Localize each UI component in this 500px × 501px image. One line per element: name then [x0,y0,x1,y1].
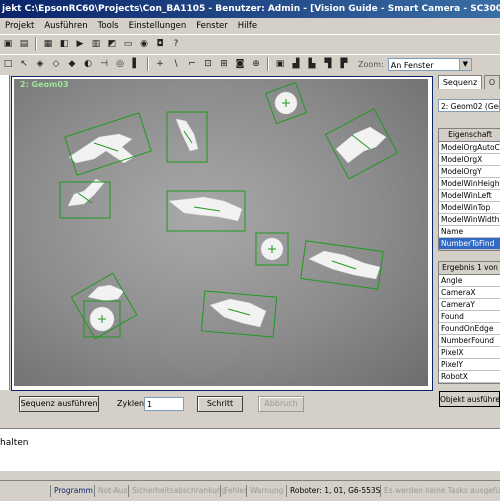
abort-button: Abbruch [258,396,304,412]
print-icon[interactable]: ▤ [17,37,31,51]
save-icon[interactable]: ▣ [1,37,15,51]
output-window[interactable]: halten [0,428,500,471]
ocr-object-icon[interactable]: ⊡ [201,57,215,71]
menu-einstellungen[interactable]: Einstellungen [124,21,192,31]
calibration-icon[interactable]: ⊞ [217,57,231,71]
image-icon[interactable]: ▣ [273,57,287,71]
edge-object-icon[interactable]: ⊣ [97,57,111,71]
monitor-icon[interactable]: ▭ [121,37,135,51]
property-row[interactable]: Name [439,226,500,238]
run-icon[interactable]: ▶ [73,37,87,51]
polar-object-icon[interactable]: ◐ [81,57,95,71]
window-title: jekt C:\EpsonRC60\Projects\Con_BA1105 - … [0,0,500,18]
part-shape [209,298,267,328]
result-row[interactable]: Found [439,311,500,323]
part-shape [68,133,135,164]
histogram-icon[interactable]: ▟ [289,57,303,71]
result-row[interactable]: PixelY [439,359,500,371]
robot-icon[interactable]: ◩ [105,37,119,51]
status-not-aus: Not-Aus [94,485,130,497]
io-icon[interactable]: ▥ [89,37,103,51]
menu-hilfe[interactable]: Hilfe [233,21,262,31]
property-row[interactable]: ModelWinWidth [439,214,500,226]
main-toolbar: ▣ ▤ ▦ ◧ ▶ ▥ ◩ ▭ ◉ ◘ ? [0,34,500,53]
result-row[interactable]: CameraY [439,299,500,311]
menu-tools[interactable]: Tools [93,21,124,31]
result-row[interactable]: RobotX [439,371,500,383]
status-robot: Roboter: 1, 01, G6-553S [286,485,383,497]
graphics-icon[interactable]: ▜ [321,57,335,71]
camera-icon[interactable]: ◘ [153,37,167,51]
barcode-icon[interactable]: ▌ [129,57,143,71]
run-sequence-button[interactable]: Sequenz ausführen [19,396,99,412]
vision-icon[interactable]: ◉ [137,37,151,51]
cycles-label: Zyklen: [117,399,147,408]
vision-toolbar: □ ↖ ◈ ◇ ◆ ◐ ⊣ ◎ ▌ + \ ⌐ ⊡ ⊞ ◙ ⊕ ▣ ▟ ▙ ▜ … [0,54,500,83]
cycles-input[interactable]: 1 [144,397,184,411]
results-grid: Ergebnis 1 von Angle CameraX CameraY Fou… [438,261,500,384]
camera-title: 2: Geom03 [20,80,69,89]
blob-object-icon[interactable]: ◆ [65,57,79,71]
object-select[interactable]: 2: Geom02 (Geom [438,99,500,112]
property-row[interactable]: ModelWinHeight [439,178,500,190]
line-object-icon[interactable]: \ [169,57,183,71]
property-row[interactable]: ModelWinTop [439,202,500,214]
tab-objekt[interactable]: O [484,75,500,89]
zoom-label: Zoom: [358,59,384,69]
build-icon[interactable]: ◧ [57,37,71,51]
run-object-button[interactable]: Objekt ausführen [439,391,500,407]
part-shape [87,284,125,302]
status-safeguard: Sicherheitsabschrankung [128,485,230,497]
snapshot-icon[interactable]: ◙ [233,57,247,71]
help-icon[interactable]: ? [169,37,183,51]
teach-icon[interactable]: ⊕ [249,57,263,71]
camera-view[interactable]: 2: Geom03 [14,79,428,386]
output-text: halten [0,438,29,448]
properties-grid: Eigenschaft ModelOrgAutoCen ModelOrgX Mo… [438,128,500,251]
left-pane [0,75,10,390]
result-row[interactable]: PixelX [439,347,500,359]
right-panel: Sequenz O 2: Geom02 (Geom Eigenschaft Mo… [436,75,500,415]
status-bar: Programm Not-Aus Sicherheitsabschrankung… [0,480,500,501]
result-row[interactable]: Angle [439,275,500,287]
sequence-controls: Sequenz ausführen Zyklen: 1 Schritt Abbr… [11,392,434,416]
menu-projekt[interactable]: Projekt [0,21,39,31]
menu-ausfuehren[interactable]: Ausführen [39,21,92,31]
property-row[interactable]: ModelWinLeft [439,190,500,202]
property-row[interactable]: ModelOrgAutoCen [439,142,500,154]
step-button[interactable]: Schritt [197,396,243,412]
tab-sequenz[interactable]: Sequenz [438,75,482,89]
live-icon[interactable]: ▛ [337,57,351,71]
result-row[interactable]: NumberFound [439,335,500,347]
chevron-down-icon: ▼ [458,58,471,70]
status-warnung: Warnung [246,485,287,497]
status-programm: Programm [50,485,96,497]
stats-icon[interactable]: ▙ [305,57,319,71]
property-row[interactable]: ModelOrgX [439,154,500,166]
results-header: Ergebnis 1 von [439,262,500,275]
status-tasks: Es werden keine Tasks ausgeführt [380,485,500,497]
camera-image [59,81,399,340]
correlation-object-icon[interactable]: ◇ [49,57,63,71]
property-row[interactable]: ModelOrgY [439,166,500,178]
result-row[interactable]: FoundOnEdge [439,323,500,335]
property-row-selected[interactable]: NumberToFind [439,238,500,250]
part-shape [67,178,105,207]
zoom-select[interactable]: An Fenster anpassen ▼ [387,57,472,83]
corner-object-icon[interactable]: ⌐ [185,57,199,71]
new-sequence-icon[interactable]: □ [1,57,15,71]
editor-icon[interactable]: ▦ [41,37,55,51]
result-row[interactable]: CameraX [439,287,500,299]
menu-fenster[interactable]: Fenster [191,21,233,31]
point-object-icon[interactable]: + [153,57,167,71]
menu-bar: Projekt Ausführen Tools Einstellungen Fe… [0,18,500,34]
properties-header: Eigenschaft [439,129,500,142]
geometric-object-icon[interactable]: ◈ [33,57,47,71]
pointer-icon[interactable]: ↖ [17,57,31,71]
frame-object-icon[interactable]: ◎ [113,57,127,71]
part-shape [335,126,387,164]
